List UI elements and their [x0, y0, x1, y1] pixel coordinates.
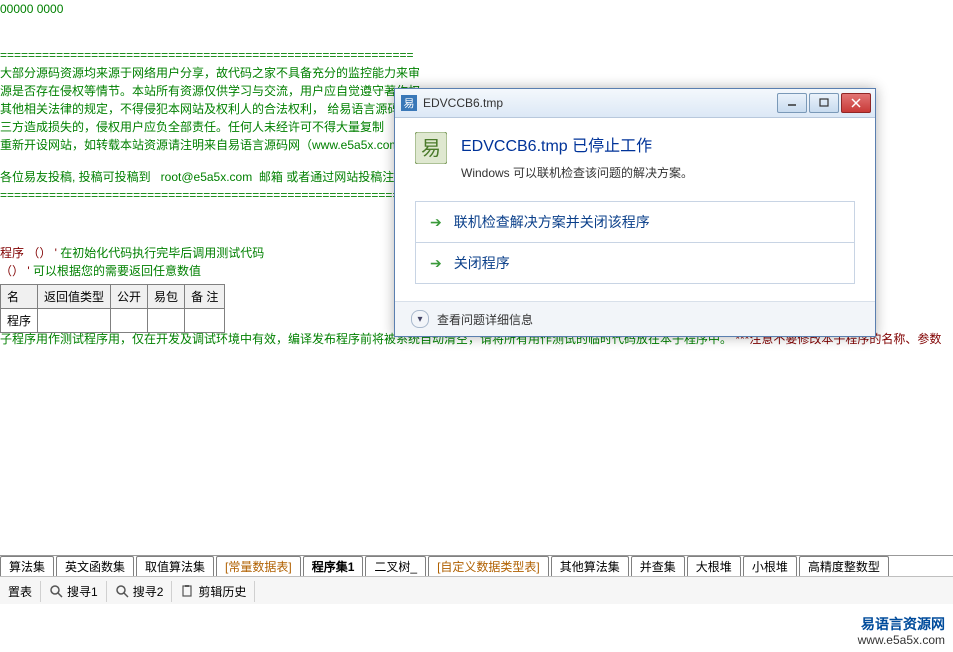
- toolbar-label: 剪辑历史: [198, 583, 246, 600]
- dialog-header: 易 EDVCCB6.tmp 已停止工作 Windows 可以联机检查该问题的解决…: [415, 132, 855, 181]
- dialog-details-toggle[interactable]: ▾ 查看问题详细信息: [395, 301, 875, 336]
- blank-area: 易语言资源网 www.e5a5x.com: [0, 604, 953, 652]
- option-label: 关闭程序: [454, 253, 510, 273]
- tab-other-algorithms[interactable]: 其他算法集: [551, 556, 629, 576]
- maximize-button[interactable]: [809, 93, 839, 113]
- watermark-url: www.e5a5x.com: [858, 632, 945, 648]
- tab-bignum[interactable]: 高精度整数型: [799, 556, 889, 576]
- crash-dialog: 易 EDVCCB6.tmp 易 EDVCCB6.tmp 已停止工作 Window…: [394, 88, 876, 337]
- search-icon: [49, 584, 63, 598]
- terms-comment-block: ========================================…: [0, 46, 420, 204]
- dialog-heading: EDVCCB6.tmp 已停止工作: [461, 132, 693, 156]
- search-icon: [115, 584, 129, 598]
- table-header: 公开: [111, 285, 148, 309]
- watermark: 易语言资源网 www.e5a5x.com: [858, 616, 945, 648]
- clipboard-icon: [180, 584, 194, 598]
- toolbar-label: 搜寻1: [67, 583, 98, 600]
- arrow-icon: ➔: [430, 214, 442, 231]
- table-row[interactable]: 程序: [1, 309, 225, 333]
- close-button[interactable]: [841, 93, 871, 113]
- tab-program-set-1[interactable]: 程序集1: [303, 556, 364, 576]
- code-lines: 程序 （） ' 在初始化代码执行完毕后调用测试代码 （） ' 可以根据您的需要返…: [0, 244, 264, 280]
- option-check-online[interactable]: ➔ 联机检查解决方案并关闭该程序: [415, 201, 855, 243]
- minimize-button[interactable]: [777, 93, 807, 113]
- dialog-subtext: Windows 可以联机检查该问题的解决方案。: [461, 164, 693, 181]
- dialog-options: ➔ 联机检查解决方案并关闭该程序 ➔ 关闭程序: [415, 201, 855, 284]
- toolbar-search-1[interactable]: 搜寻1: [41, 581, 107, 602]
- separator-line: ========================================…: [0, 46, 420, 64]
- table-cell[interactable]: [111, 309, 148, 333]
- comment-line: 源是否存在侵权等情节。本站所有资源仅供学习与交流，用户应自觉遵守著作权: [0, 82, 420, 100]
- table-cell[interactable]: [185, 309, 225, 333]
- table-cell[interactable]: [148, 309, 185, 333]
- comment-line: 各位易友投稿, 投稿可投稿到 root@e5a5x.com 邮箱 或者通过网站投…: [0, 168, 420, 186]
- table-header: 返回值类型: [38, 285, 111, 309]
- app-icon: 易: [415, 132, 447, 164]
- code-call: （） ': [0, 264, 33, 278]
- table-header: 备 注: [185, 285, 225, 309]
- toolbar-label: 置表: [8, 583, 32, 600]
- comment-line: 重新开设网站，如转载本站资源请注明来自易语言源码网（www.e5a5x.com）: [0, 136, 420, 154]
- dialog-body: 易 EDVCCB6.tmp 已停止工作 Windows 可以联机检查该问题的解决…: [395, 118, 875, 301]
- tab-algorithm-set[interactable]: 算法集: [0, 556, 54, 576]
- module-tabs-bar: 算法集 英文函数集 取值算法集 [常量数据表] 程序集1 二叉树_ [自定义数据…: [0, 555, 953, 576]
- dialog-titlebar[interactable]: 易 EDVCCB6.tmp: [395, 89, 875, 118]
- status-toolbar: 置表 搜寻1 搜寻2 剪辑历史: [0, 576, 953, 605]
- tab-value-algorithms[interactable]: 取值算法集: [136, 556, 214, 576]
- option-label: 联机检查解决方案并关闭该程序: [454, 212, 650, 232]
- table-header: 名: [1, 285, 38, 309]
- comment-line: 其他相关法律的规定，不得侵犯本网站及权利人的合法权利， 给易语言源码: [0, 100, 420, 118]
- toolbar-clip-history[interactable]: 剪辑历史: [172, 581, 255, 602]
- watermark-name: 易语言资源网: [858, 616, 945, 632]
- option-close-program[interactable]: ➔ 关闭程序: [415, 242, 855, 284]
- minimize-icon: [787, 98, 797, 108]
- dialog-title: EDVCCB6.tmp: [423, 96, 775, 110]
- comment-line: 三方造成损失的，侵权用户应负全部责任。任何人未经许可不得大量复制: [0, 118, 420, 136]
- tab-binary-tree[interactable]: 二叉树_: [365, 556, 426, 576]
- tab-union-find[interactable]: 并查集: [631, 556, 685, 576]
- tab-min-heap[interactable]: 小根堆: [743, 556, 797, 576]
- comment-line: 大部分源码资源均来源于网络用户分享，故代码之家不具备充分的监控能力来审: [0, 64, 420, 82]
- window-buttons: [775, 93, 871, 113]
- table-cell[interactable]: [38, 309, 111, 333]
- tab-max-heap[interactable]: 大根堆: [687, 556, 741, 576]
- close-icon: [851, 98, 861, 108]
- table-cell-name[interactable]: 程序: [1, 309, 38, 333]
- app-small-icon: 易: [401, 95, 417, 111]
- hex-address: 00000 0000: [0, 0, 63, 18]
- code-call: 程序 （） ': [0, 246, 60, 260]
- tab-custom-types[interactable]: [自定义数据类型表]: [428, 556, 549, 576]
- arrow-icon: ➔: [430, 255, 442, 272]
- chevron-down-icon: ▾: [411, 310, 429, 328]
- svg-text:易: 易: [404, 97, 415, 110]
- table-header: 易包: [148, 285, 185, 309]
- toolbar-set-table[interactable]: 置表: [0, 581, 41, 602]
- tab-constant-table[interactable]: [常量数据表]: [216, 556, 301, 576]
- maximize-icon: [819, 98, 829, 108]
- toolbar-search-2[interactable]: 搜寻2: [107, 581, 173, 602]
- details-label: 查看问题详细信息: [437, 311, 533, 328]
- svg-text:易: 易: [421, 138, 441, 160]
- code-comment: 在初始化代码执行完毕后调用测试代码: [60, 246, 264, 260]
- tab-english-functions[interactable]: 英文函数集: [56, 556, 134, 576]
- separator-line: ========================================…: [0, 186, 420, 204]
- subroutine-table: 名 返回值类型 公开 易包 备 注 程序: [0, 284, 225, 333]
- code-comment: 可以根据您的需要返回任意数值: [33, 264, 201, 278]
- toolbar-label: 搜寻2: [133, 583, 164, 600]
